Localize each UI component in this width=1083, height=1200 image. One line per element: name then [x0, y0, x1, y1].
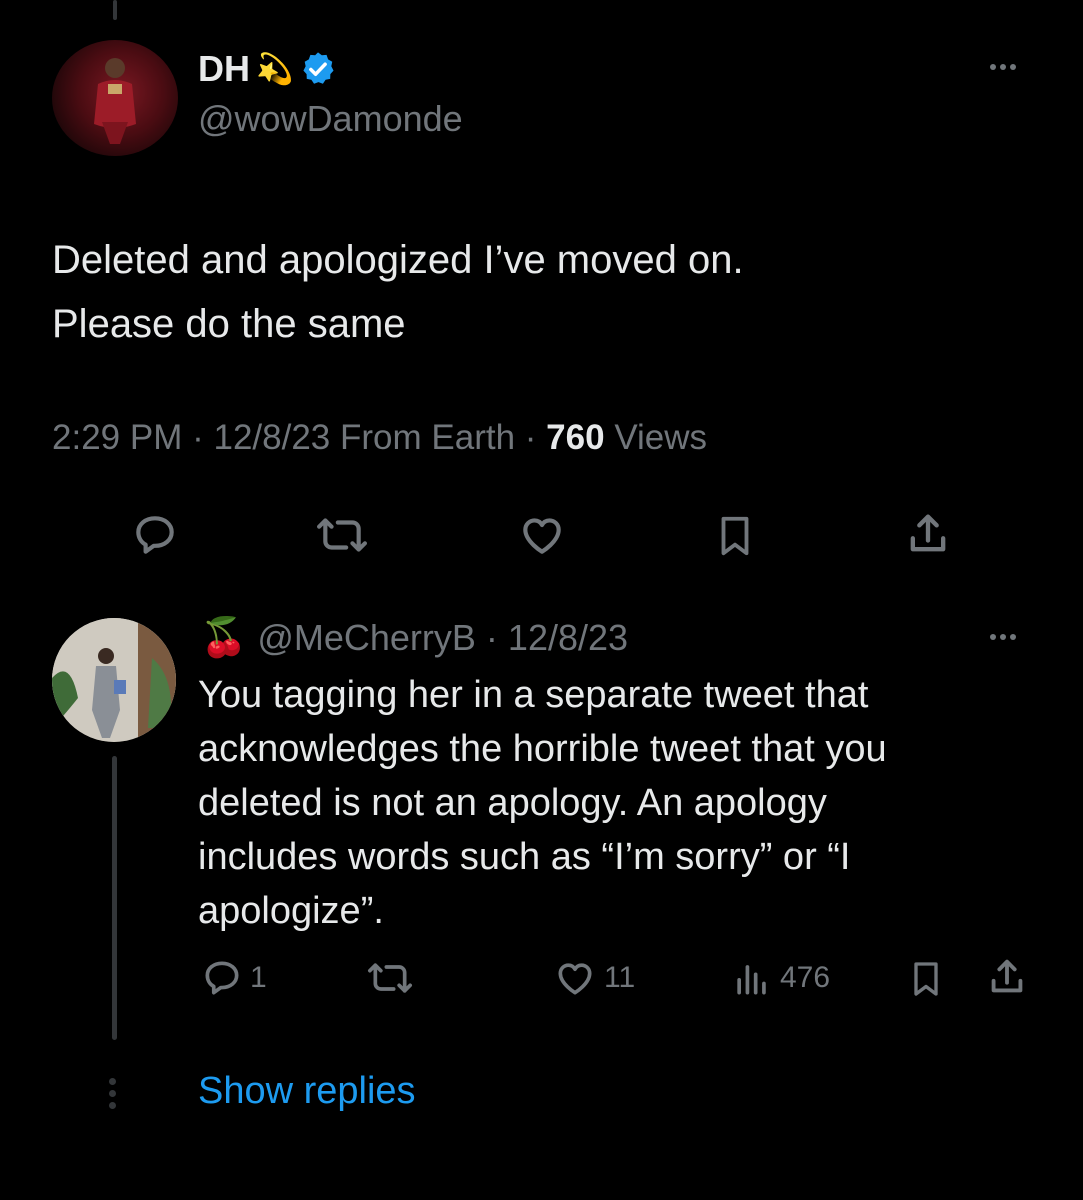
- share-icon: [910, 514, 946, 552]
- tweet-time[interactable]: 2:29 PM: [52, 418, 182, 457]
- display-name[interactable]: DH: [198, 48, 250, 90]
- reply-count: 1: [250, 961, 267, 994]
- retweet-button[interactable]: [310, 510, 374, 560]
- like-count: 11: [604, 961, 636, 994]
- avatar-photo: [94, 58, 136, 144]
- reply-avatar[interactable]: [52, 618, 176, 742]
- bookmark-icon: [914, 962, 938, 996]
- share-icon: [991, 959, 1023, 993]
- more-icon[interactable]: [990, 64, 1016, 70]
- avatar[interactable]: [52, 40, 178, 156]
- reply-text-line: includes words such as “I’m sorry” or “I: [198, 836, 851, 878]
- reply-text-line: acknowledges the horrible tweet that you: [198, 728, 887, 770]
- tweet-meta: 2:29 PM · 12/8/23 From Earth · 760 Views: [52, 418, 707, 458]
- author-name-row[interactable]: DH 💫: [198, 46, 337, 92]
- verified-badge-icon: [303, 52, 334, 84]
- reply-text-line: apologize”.: [198, 890, 384, 932]
- reply-more-icon[interactable]: [990, 634, 1016, 640]
- tweet-text-line: Deleted and apologized I’ve moved on.: [52, 238, 744, 282]
- separator: ·: [524, 418, 537, 457]
- reply-header[interactable]: 🍒 @MeCherryB · 12/8/23: [200, 612, 628, 664]
- reply-name-emoji: 🍒: [200, 617, 248, 659]
- thread-connector-top: [113, 0, 117, 20]
- thread-connector: [112, 756, 117, 1040]
- reply-share-button[interactable]: [984, 954, 1030, 1000]
- reply-bookmark-button[interactable]: [906, 956, 946, 1002]
- reply-icon: [136, 516, 174, 554]
- tweet-text-line: Please do the same: [52, 302, 406, 346]
- reply-retweet-button[interactable]: [362, 956, 418, 1000]
- reply-handle[interactable]: @MeCherryB: [257, 617, 476, 659]
- reply-views-button[interactable]: 476: [730, 956, 830, 1000]
- views-label[interactable]: Views: [614, 418, 707, 457]
- tweet-source: From Earth: [340, 418, 516, 457]
- tweet-text: Deleted and apologized I’ve moved on. Pl…: [52, 228, 1032, 356]
- reply-button[interactable]: [130, 510, 180, 560]
- reply-text-line: You tagging her in a separate tweet that: [198, 674, 869, 716]
- show-replies-link[interactable]: Show replies: [198, 1070, 416, 1113]
- reply-like-button[interactable]: 11: [552, 956, 635, 1000]
- collapsed-thread-icon[interactable]: [109, 1078, 116, 1109]
- like-icon: [523, 518, 561, 554]
- separator: ·: [485, 617, 498, 658]
- separator: ·: [192, 418, 204, 457]
- views-count[interactable]: 760: [546, 418, 604, 457]
- reply-avatar-photo: [52, 618, 176, 742]
- like-button[interactable]: [516, 510, 568, 560]
- bookmark-icon: [721, 516, 749, 556]
- reply-reply-button[interactable]: 1: [200, 956, 267, 1000]
- retweet-icon: [368, 963, 412, 993]
- views-icon: [737, 965, 766, 995]
- author-handle[interactable]: @wowDamonde: [198, 98, 463, 140]
- tweet-date[interactable]: 12/8/23: [213, 418, 330, 457]
- name-emoji: 💫: [256, 52, 294, 86]
- bookmark-button[interactable]: [712, 510, 758, 562]
- reply-icon: [205, 961, 239, 995]
- reply-date[interactable]: 12/8/23: [508, 617, 628, 659]
- like-icon: [558, 963, 592, 995]
- retweet-icon: [317, 518, 367, 552]
- reply-text: You tagging her in a separate tweet that…: [198, 668, 1048, 938]
- share-button[interactable]: [902, 508, 954, 560]
- reply-text-line: deleted is not an apology. An apology: [198, 782, 827, 824]
- views-count: 476: [780, 961, 831, 994]
